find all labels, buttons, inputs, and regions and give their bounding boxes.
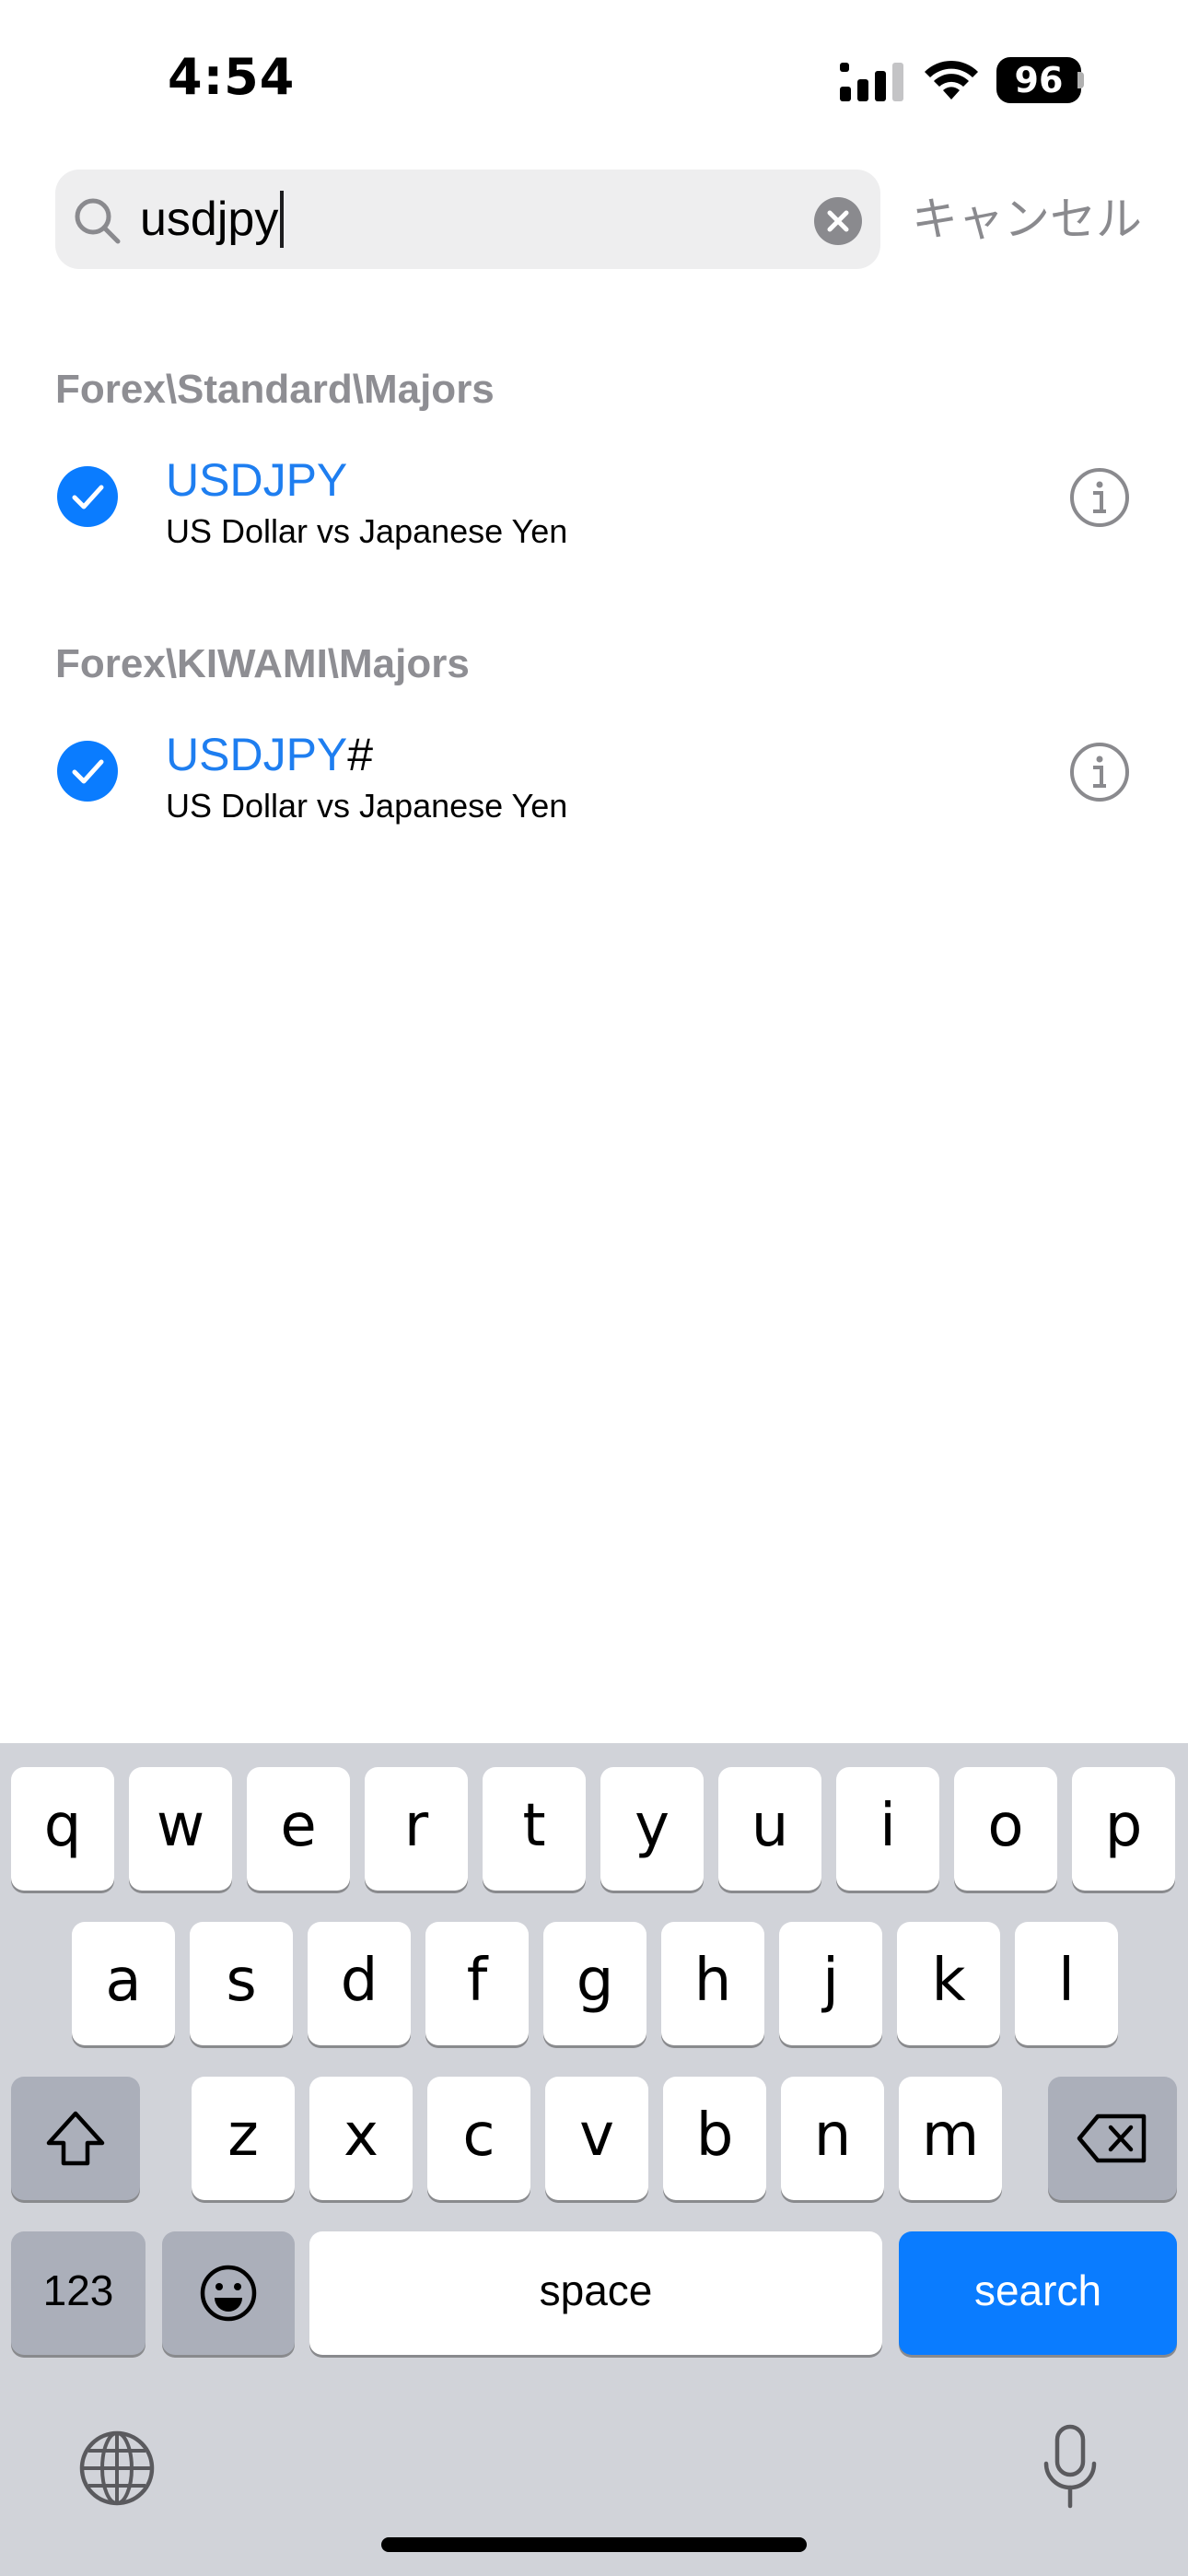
key-t[interactable]: t	[483, 1767, 586, 1891]
key-n[interactable]: n	[781, 2077, 884, 2200]
selected-check-icon[interactable]	[57, 741, 118, 802]
key-k[interactable]: k	[897, 1922, 1000, 2045]
key-p[interactable]: p	[1072, 1767, 1175, 1891]
wifi-icon	[925, 60, 978, 100]
key-c[interactable]: c	[427, 2077, 530, 2200]
search-icon	[75, 198, 121, 244]
battery-cap	[1077, 72, 1084, 88]
space-key[interactable]: space	[309, 2231, 882, 2355]
group-header: Forex\KIWAMI\Majors	[55, 641, 470, 686]
search-query: usdjpy	[140, 193, 279, 246]
key-y[interactable]: y	[600, 1767, 704, 1891]
key-e[interactable]: e	[247, 1767, 350, 1891]
shift-icon	[46, 2111, 105, 2166]
key-u[interactable]: u	[718, 1767, 821, 1891]
battery-icon: 96	[996, 57, 1081, 103]
backspace-key[interactable]	[1048, 2077, 1177, 2200]
cellular-signal-icon	[840, 63, 903, 101]
home-indicator[interactable]	[381, 2537, 807, 2552]
key-x[interactable]: x	[309, 2077, 413, 2200]
info-icon[interactable]	[1068, 466, 1131, 529]
search-input[interactable]: usdjpy	[140, 188, 285, 251]
key-a[interactable]: a	[72, 1922, 175, 2045]
symbol-label: USDJPY	[166, 454, 348, 506]
numbers-key[interactable]: 123	[11, 2231, 146, 2355]
key-r[interactable]: r	[365, 1767, 468, 1891]
symbol-description: US Dollar vs Japanese Yen	[166, 512, 568, 550]
symbol-suffix: #	[347, 729, 374, 780]
key-v[interactable]: v	[545, 2077, 648, 2200]
backspace-icon	[1077, 2113, 1147, 2163]
selected-check-icon[interactable]	[57, 466, 118, 527]
search-key[interactable]: search	[899, 2231, 1177, 2355]
key-s[interactable]: s	[190, 1922, 293, 2045]
clear-icon	[827, 210, 849, 232]
key-f[interactable]: f	[425, 1922, 529, 2045]
key-j[interactable]: j	[779, 1922, 882, 2045]
emoji-icon	[200, 2265, 257, 2322]
key-h[interactable]: h	[661, 1922, 764, 2045]
cancel-button[interactable]: キャンセル	[912, 188, 1142, 251]
emoji-key[interactable]	[162, 2231, 295, 2355]
status-time: 4:54	[168, 48, 296, 106]
symbol-description: US Dollar vs Japanese Yen	[166, 787, 568, 825]
key-z[interactable]: z	[192, 2077, 295, 2200]
symbol-label: USDJPY	[166, 729, 348, 780]
key-q[interactable]: q	[11, 1767, 114, 1891]
key-o[interactable]: o	[954, 1767, 1057, 1891]
text-caret	[280, 191, 285, 249]
info-icon[interactable]	[1068, 741, 1131, 803]
key-l[interactable]: l	[1015, 1922, 1118, 2045]
status-bar: 4:54 96	[0, 0, 1188, 157]
key-b[interactable]: b	[663, 2077, 766, 2200]
symbol-name[interactable]: USDJPY#	[166, 728, 373, 781]
symbol-name[interactable]: USDJPY	[166, 453, 347, 507]
key-i[interactable]: i	[836, 1767, 939, 1891]
group-header: Forex\Standard\Majors	[55, 367, 495, 412]
key-m[interactable]: m	[899, 2077, 1002, 2200]
key-w[interactable]: w	[129, 1767, 232, 1891]
key-d[interactable]: d	[308, 1922, 411, 2045]
clear-search-button[interactable]	[814, 197, 862, 245]
globe-icon[interactable]	[77, 2429, 157, 2508]
microphone-icon[interactable]	[1039, 2423, 1101, 2512]
key-g[interactable]: g	[543, 1922, 646, 2045]
shift-key[interactable]	[11, 2077, 140, 2200]
